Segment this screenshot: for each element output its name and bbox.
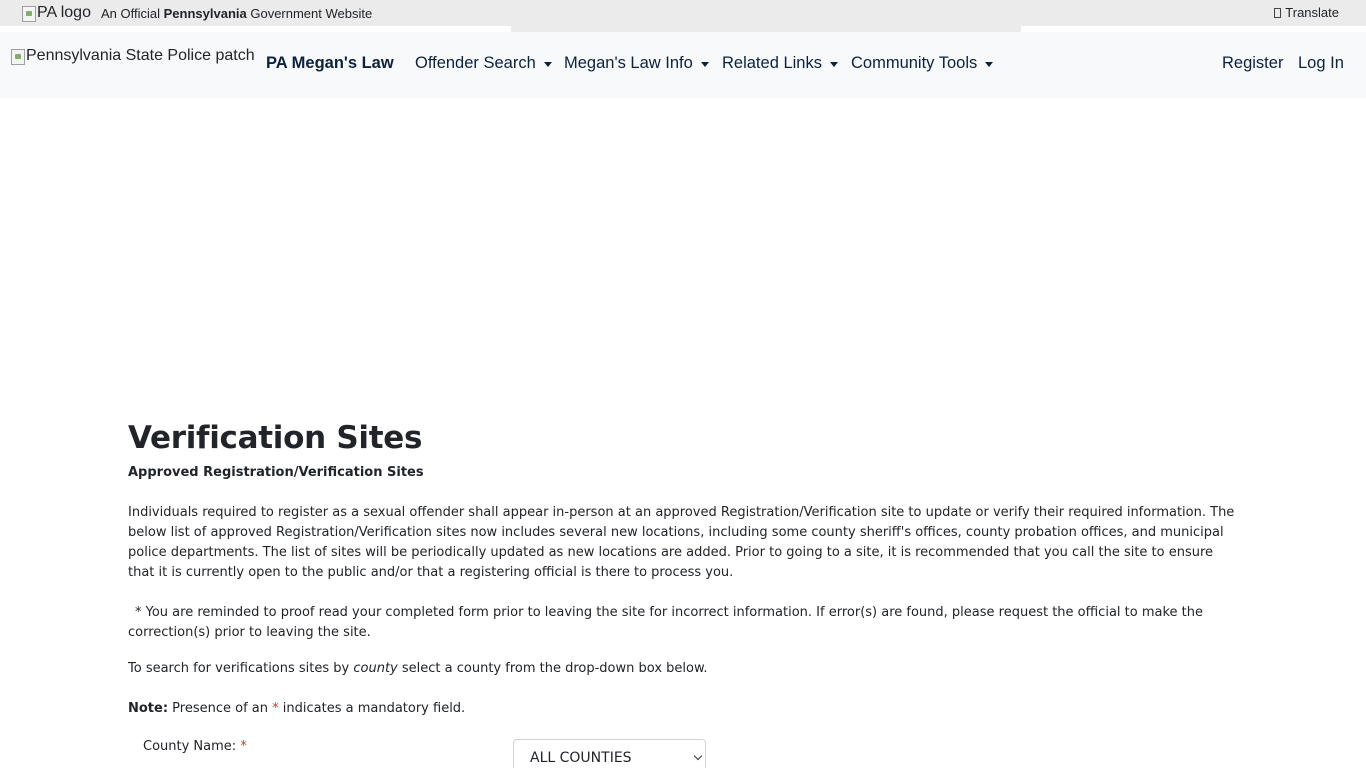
nav-megans-law-info-label: Megan's Law Info bbox=[564, 54, 693, 72]
official-website-text: An Official Pennsylvania Government Webs… bbox=[101, 6, 372, 21]
translate-label: Translate bbox=[1285, 5, 1339, 20]
reminder-paragraph: * You are reminded to proof read your co… bbox=[128, 605, 1203, 640]
nav-offender-search[interactable]: Offender Search bbox=[415, 54, 552, 73]
mandatory-note: Note: Presence of an * indicates a manda… bbox=[128, 699, 1238, 719]
official-prefix: An Official bbox=[101, 6, 164, 21]
nav-offender-search-label: Offender Search bbox=[415, 54, 536, 72]
pa-logo-alt-text: PA logo bbox=[37, 4, 91, 21]
register-link[interactable]: Register bbox=[1222, 54, 1283, 73]
search-prefix: To search for verifications sites by bbox=[128, 661, 354, 676]
nav-related-links-label: Related Links bbox=[722, 54, 822, 72]
note-prefix: Presence of an bbox=[168, 701, 273, 716]
broken-image-icon bbox=[22, 6, 36, 22]
broken-image-icon bbox=[11, 49, 25, 65]
translate-button[interactable]: Translate bbox=[1274, 5, 1339, 20]
caret-down-icon bbox=[829, 62, 838, 67]
page-subtitle: Approved Registration/Verification Sites bbox=[128, 465, 424, 480]
nav-megans-law-info[interactable]: Megan's Law Info bbox=[564, 54, 709, 73]
state-police-patch[interactable]: Pennsylvania State Police patch bbox=[11, 47, 255, 65]
nav-related-links[interactable]: Related Links bbox=[722, 54, 838, 73]
nav-community-tools-label: Community Tools bbox=[851, 54, 978, 72]
note-label: Note: bbox=[128, 701, 169, 716]
gov-banner: PA logo An Official Pennsylvania Governm… bbox=[0, 0, 1366, 26]
pa-logo: PA logo bbox=[22, 4, 91, 22]
brand-link[interactable]: PA Megan's Law bbox=[266, 54, 394, 73]
nav-community-tools[interactable]: Community Tools bbox=[851, 54, 994, 73]
required-star: * bbox=[240, 739, 247, 754]
caret-down-icon bbox=[985, 62, 994, 67]
county-label-text: County Name: bbox=[143, 739, 237, 754]
note-suffix: indicates a mandatory field. bbox=[278, 701, 466, 716]
patch-alt-text: Pennsylvania State Police patch bbox=[26, 47, 255, 64]
caret-down-icon bbox=[543, 62, 552, 67]
official-state: Pennsylvania bbox=[163, 6, 247, 21]
search-suffix: select a county from the drop-down box b… bbox=[397, 661, 708, 676]
county-name-label: County Name: * bbox=[143, 739, 247, 754]
chevron-down-icon bbox=[693, 751, 703, 761]
official-suffix: Government Website bbox=[246, 6, 373, 21]
login-link[interactable]: Log In bbox=[1298, 54, 1344, 73]
translate-icon bbox=[1274, 7, 1282, 18]
search-instructions: To search for verifications sites by cou… bbox=[128, 659, 1238, 679]
intro-paragraph: Individuals required to register as a se… bbox=[128, 505, 1235, 580]
county-select[interactable]: ALL COUNTIES bbox=[513, 739, 706, 768]
county-select-value: ALL COUNTIES bbox=[530, 750, 632, 766]
page-title: Verification Sites bbox=[128, 420, 423, 456]
caret-down-icon bbox=[700, 62, 709, 67]
main-navbar: Pennsylvania State Police patch PA Megan… bbox=[0, 32, 1366, 98]
search-emphasis: county bbox=[353, 661, 398, 676]
